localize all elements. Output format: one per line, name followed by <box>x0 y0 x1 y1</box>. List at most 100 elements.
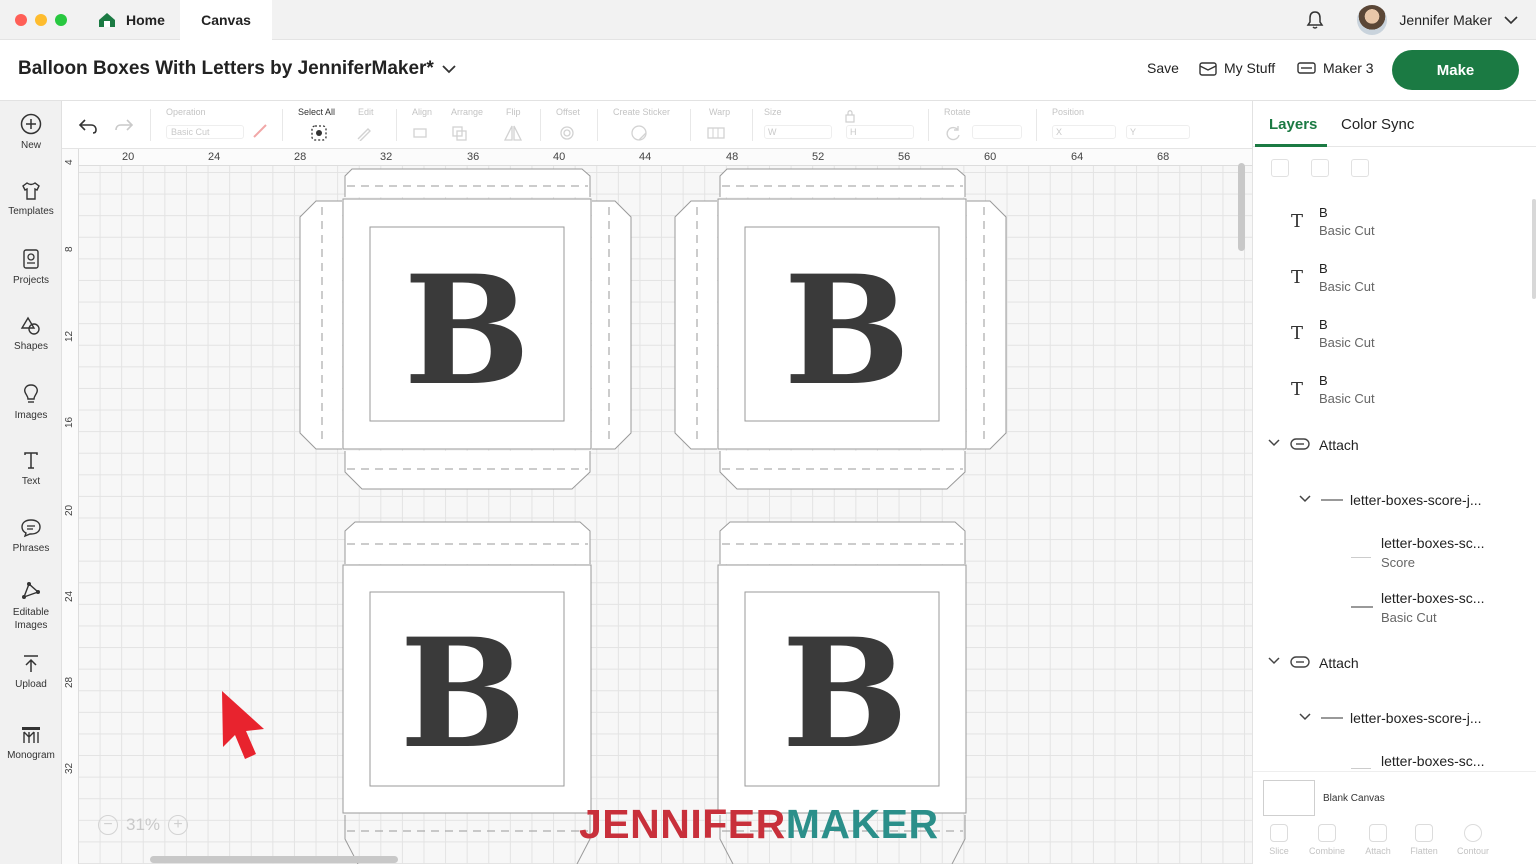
layer-name: B <box>1319 373 1328 388</box>
minimize-window-button[interactable] <box>35 14 47 26</box>
layer-operation: Basic Cut <box>1319 279 1375 294</box>
chevron-down-icon[interactable] <box>1299 495 1311 503</box>
zoom-out-button[interactable]: − <box>98 815 118 835</box>
folder-icon <box>1199 61 1217 76</box>
panel-scrollbar[interactable] <box>1532 199 1536 299</box>
tab-color-sync[interactable]: Color Sync <box>1341 116 1414 133</box>
ruler-tick: 28 <box>64 676 75 688</box>
chevron-down-icon[interactable] <box>1268 439 1280 447</box>
layer-item[interactable]: T B Basic Cut <box>1253 201 1536 251</box>
edit-icon[interactable] <box>356 125 378 141</box>
width-input[interactable]: W <box>764 125 832 139</box>
ruler-tick: 56 <box>898 151 911 163</box>
sidebar-item-editable-images[interactable]: Editable Images <box>0 580 62 632</box>
warp-icon[interactable] <box>706 125 730 141</box>
letter-b-2[interactable]: B <box>784 243 911 419</box>
letter-b-4[interactable]: B <box>782 606 909 782</box>
toolbar-divider <box>690 109 691 141</box>
flip-icon[interactable] <box>502 124 524 142</box>
layer-item[interactable]: T B Basic Cut <box>1253 369 1536 419</box>
sticker-icon[interactable] <box>630 124 652 142</box>
redo-icon[interactable] <box>114 117 134 135</box>
sidebar-item-text[interactable]: Text <box>0 451 62 488</box>
attach-button[interactable]: Attach <box>1356 824 1400 856</box>
contour-button[interactable]: Contour <box>1451 824 1495 856</box>
zoom-level: 31% <box>126 815 161 834</box>
slice-icon <box>1270 824 1288 842</box>
horizontal-scrollbar[interactable] <box>150 856 398 863</box>
attach-child[interactable]: letter-boxes-score-j... <box>1253 487 1536 513</box>
project-title[interactable]: Balloon Boxes With Letters by JenniferMa… <box>18 58 456 80</box>
width-prefix: W <box>768 127 777 137</box>
attach-child[interactable]: letter-boxes-score-j... <box>1253 705 1536 731</box>
lock-icon[interactable] <box>844 109 856 123</box>
attach-group[interactable]: Attach <box>1253 649 1536 677</box>
position-x-input[interactable]: X <box>1052 125 1116 139</box>
user-name[interactable]: Jennifer Maker <box>1399 12 1492 28</box>
sidebar-item-projects[interactable]: Projects <box>0 248 62 287</box>
my-stuff-button[interactable]: My Stuff <box>1199 60 1275 76</box>
layer-item[interactable]: letter-boxes-sc... Basic Cut <box>1253 588 1536 632</box>
pen-color-icon[interactable] <box>252 123 268 139</box>
position-y-input[interactable]: Y <box>1126 125 1190 139</box>
sidebar-item-templates[interactable]: Templates <box>0 181 62 218</box>
letter-b-3[interactable]: B <box>400 606 527 782</box>
offset-icon[interactable] <box>558 124 580 142</box>
arrange-icon[interactable] <box>451 125 475 141</box>
sidebar-item-upload[interactable]: Upload <box>0 654 62 691</box>
machine-button[interactable]: Maker 3 <box>1297 60 1374 76</box>
group-icon[interactable] <box>1271 159 1289 177</box>
window-titlebar: Home Canvas Jennifer Maker <box>0 0 1536 40</box>
layer-item[interactable]: letter-boxes-sc... Score <box>1253 533 1536 577</box>
layer-item[interactable]: T B Basic Cut <box>1253 313 1536 363</box>
save-button[interactable]: Save <box>1147 60 1179 76</box>
close-window-button[interactable] <box>15 14 27 26</box>
chevron-down-icon[interactable] <box>1504 15 1518 25</box>
blank-canvas-swatch[interactable] <box>1263 780 1315 816</box>
sidebar-item-shapes[interactable]: Shapes <box>0 316 62 353</box>
chevron-down-icon[interactable] <box>1268 657 1280 665</box>
duplicate-icon[interactable] <box>1311 159 1329 177</box>
maximize-window-button[interactable] <box>55 14 67 26</box>
rotate-input[interactable] <box>972 125 1022 139</box>
avatar[interactable] <box>1357 5 1388 35</box>
align-icon[interactable] <box>412 126 434 140</box>
attach-group[interactable]: Attach <box>1253 431 1536 459</box>
chevron-down-icon[interactable] <box>1299 713 1311 721</box>
letter-b-1[interactable]: B <box>404 243 531 419</box>
zoom-in-button[interactable]: + <box>168 815 189 835</box>
blank-canvas-row[interactable]: Blank Canvas <box>1253 771 1536 819</box>
tab-canvas[interactable]: Canvas <box>180 0 272 40</box>
attach-tool-label: Attach <box>1365 846 1391 856</box>
tab-layers[interactable]: Layers <box>1269 116 1317 133</box>
layer-item[interactable]: T B Basic Cut <box>1253 257 1536 307</box>
sidebar-item-monogram[interactable]: Monogram <box>0 725 62 762</box>
slice-button[interactable]: Slice <box>1257 824 1301 856</box>
operation-select[interactable]: Basic Cut <box>166 125 244 139</box>
upload-icon <box>24 655 38 672</box>
height-input[interactable]: H <box>846 125 914 139</box>
lightbulb-icon <box>24 384 38 403</box>
text-layer-icon: T <box>1291 323 1304 344</box>
select-all-icon[interactable] <box>310 124 328 142</box>
flatten-button[interactable]: Flatten <box>1402 824 1446 856</box>
undo-icon[interactable] <box>78 117 98 135</box>
vertical-scrollbar[interactable] <box>1238 163 1245 251</box>
bell-icon[interactable] <box>1305 10 1325 30</box>
design-canvas[interactable]: B B B B 20 24 28 32 36 40 44 48 52 56 60… <box>62 149 1252 864</box>
attach-label: Attach <box>1319 437 1359 453</box>
tab-home[interactable]: Home <box>86 0 180 40</box>
machine-label: Maker 3 <box>1323 60 1374 76</box>
sidebar-item-phrases[interactable]: Phrases <box>0 518 62 555</box>
make-button[interactable]: Make <box>1392 50 1519 90</box>
select-all-label: Select All <box>298 107 336 117</box>
rotate-label: Rotate <box>944 107 971 117</box>
rotate-icon[interactable] <box>944 124 962 142</box>
sidebar-item-new[interactable]: New <box>0 113 62 152</box>
layer-item[interactable]: letter-boxes-sc... <box>1253 751 1536 771</box>
sidebar-item-label: Text <box>21 476 41 487</box>
combine-button[interactable]: Combine <box>1305 824 1349 856</box>
tab-home-label: Home <box>126 12 165 28</box>
delete-icon[interactable] <box>1351 159 1369 177</box>
sidebar-item-images[interactable]: Images <box>0 383 62 422</box>
